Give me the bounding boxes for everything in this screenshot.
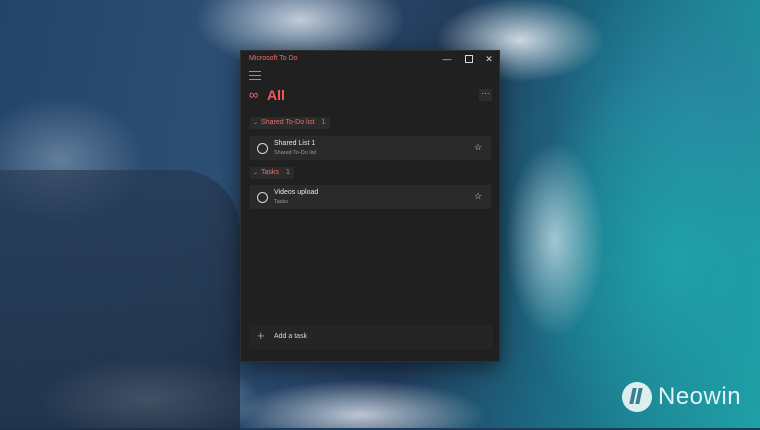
star-icon[interactable]: ☆ — [474, 142, 482, 153]
complete-checkbox[interactable] — [257, 143, 268, 154]
group-name: Tasks — [261, 169, 279, 176]
minimize-button[interactable]: — — [437, 52, 457, 66]
group-header-shared-todo-list[interactable]: ⌄ Shared To-Do list 1 — [250, 117, 330, 129]
task-row[interactable]: Shared List 1 Shared To-Do list ☆ — [250, 136, 491, 160]
close-button[interactable]: ✕ — [479, 52, 499, 66]
chevron-down-icon: ⌄ — [253, 170, 259, 176]
wallpaper-rock-area — [0, 170, 240, 430]
todo-app-window: Microsoft To Do — ✕ ∞ All ··· ⌄ Shared T… — [240, 50, 500, 362]
complete-checkbox[interactable] — [257, 192, 268, 203]
group-name: Shared To-Do list — [261, 119, 315, 126]
maximize-icon — [465, 55, 473, 63]
task-name: Shared List 1 — [274, 140, 316, 147]
task-row[interactable]: Videos upload Tasks ☆ — [250, 185, 491, 209]
neowin-logo-icon — [622, 382, 652, 412]
infinity-icon: ∞ — [249, 87, 259, 102]
app-title: Microsoft To Do — [249, 55, 298, 62]
neowin-watermark: Neowin — [622, 380, 741, 414]
add-task-field[interactable]: + Add a task — [249, 325, 493, 349]
star-icon[interactable]: ☆ — [474, 191, 482, 202]
chevron-down-icon: ⌄ — [253, 120, 259, 126]
task-name: Videos upload — [274, 189, 319, 196]
add-task-placeholder: Add a task — [274, 333, 308, 340]
title-bar[interactable]: Microsoft To Do — ✕ — [241, 51, 499, 67]
page-title: All — [267, 87, 285, 103]
task-list-name: Shared To-Do list — [274, 150, 317, 156]
maximize-button[interactable] — [459, 52, 479, 66]
group-count: 1 — [321, 119, 326, 126]
more-options-button[interactable]: ··· — [479, 89, 492, 101]
group-header-tasks[interactable]: ⌄ Tasks 1 — [250, 167, 294, 179]
watermark-text: Neowin — [658, 383, 742, 410]
task-list-name: Tasks — [274, 199, 289, 205]
hamburger-menu-icon[interactable] — [249, 71, 261, 81]
group-count: 1 — [285, 169, 290, 176]
plus-icon: + — [257, 328, 265, 343]
